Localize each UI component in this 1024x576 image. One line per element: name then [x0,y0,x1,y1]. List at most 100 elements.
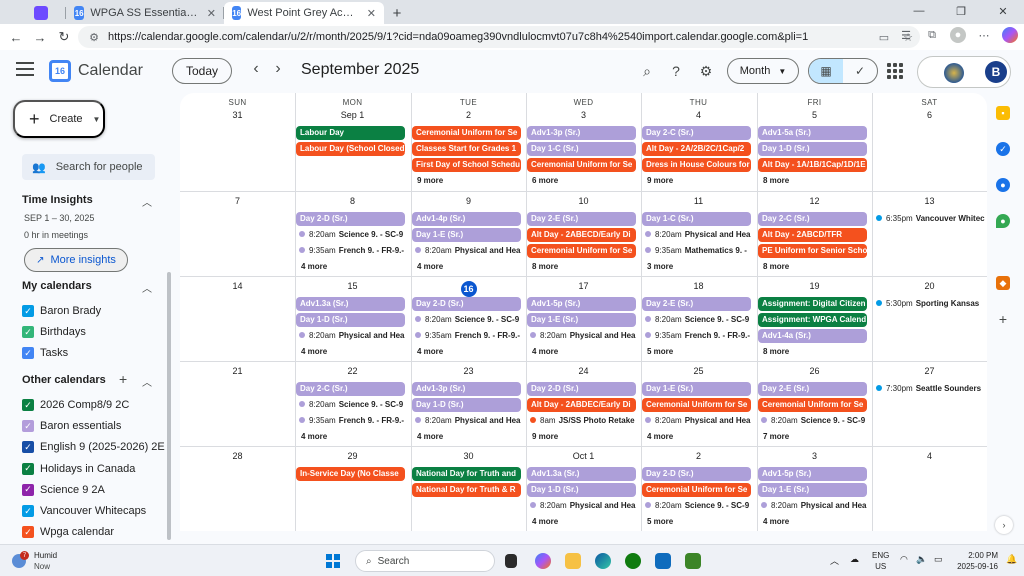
calendar-logo-icon[interactable]: 16 [49,60,71,82]
day-cell[interactable]: 24 Day 2-D (Sr.) Alt Day - 2ABDEC/Early Di… [526,361,641,446]
day-cell[interactable]: 26 Day 2-E (Sr.) Ceremonial Uniform for Se… [757,361,872,446]
sidebar-scrollbar[interactable] [167,272,171,540]
more-events-link[interactable]: 4 more [763,515,789,529]
date-number[interactable]: 27 [872,366,987,376]
timed-event[interactable]: 8:20am Physical and Hea [297,329,408,343]
date-number[interactable]: 31 [180,110,295,120]
event-chip[interactable]: Day 1-C (Sr.) [527,142,636,156]
more-events-link[interactable]: 3 more [647,260,673,274]
checkbox-checked-icon[interactable]: ✓ [22,347,34,359]
more-events-link[interactable]: 4 more [301,430,327,444]
timed-event[interactable]: 9:35am French 9. - FR-9.- [297,244,408,258]
event-chip[interactable]: Day 2-E (Sr.) [758,382,867,396]
calendar-view-icon[interactable]: ▦ [809,59,843,83]
day-cell[interactable]: 30 National Day for Truth and National Day… [411,446,526,531]
timed-event[interactable]: 8:20am Science 9. - SC-9 [297,398,408,412]
previous-month-icon[interactable]: ‹ [246,60,266,78]
day-cell[interactable]: 8 Day 2-D (Sr.) 8:20am Science 9. - SC-9 9:3… [295,191,410,276]
favorites-icon[interactable]: ☰ [898,27,914,43]
office-addon-icon[interactable]: ◆ [996,276,1010,290]
day-cell[interactable]: 10 Day 2-E (Sr.) Alt Day - 2ABECD/Early Di… [526,191,641,276]
day-cell[interactable]: SUN 31 [180,93,295,191]
timed-event[interactable]: 8:20am Science 9. - SC-9 [643,499,754,513]
day-cell[interactable]: 15 Adv1.3a (Sr.) Day 1-D (Sr.) 8:20am Physic… [295,276,410,361]
timed-event[interactable]: 8:20am Physical and Hea [413,414,524,428]
event-chip[interactable]: Assignment: Digital Citizen [758,297,867,311]
event-chip[interactable]: Day 1-D (Sr.) [412,398,521,412]
forward-icon[interactable]: → [28,25,52,49]
day-cell[interactable]: 22 Day 2-C (Sr.) 8:20am Science 9. - SC-9 9:… [295,361,410,446]
language-indicator[interactable]: ENG US [872,550,889,572]
store-icon[interactable] [655,553,671,569]
date-number[interactable]: 20 [872,281,987,291]
search-icon[interactable]: ⌕ [637,61,657,81]
taskbar-search[interactable]: ⌕ Search [355,550,495,572]
day-cell[interactable]: THU 4 Day 2-C (Sr.) Alt Day - 2A/2B/2C/1Cap… [641,93,756,191]
event-chip[interactable]: Ceremonial Uniform for Se [758,398,867,412]
event-chip[interactable]: Alt Day - 2ABECD/Early Di [527,228,636,242]
date-number[interactable]: 13 [872,196,987,206]
day-cell[interactable]: 3 Adv1-5p (Sr.) Day 1-E (Sr.) 8:20am Physica… [757,446,872,531]
timed-event[interactable]: 8:20am Science 9. - SC-9 [413,313,524,327]
day-cell[interactable]: 18 Day 2-E (Sr.) 8:20am Science 9. - SC-9 9:… [641,276,756,361]
more-events-link[interactable]: 6 more [532,174,558,188]
tasks-icon[interactable]: ✓ [996,142,1010,156]
day-cell[interactable]: 23 Adv1-3p (Sr.) Day 1-D (Sr.) 8:20am Physic… [411,361,526,446]
timed-event[interactable]: 8:20am Physical and Hea [528,329,639,343]
timed-event[interactable]: 8:20am Physical and Hea [759,499,870,513]
event-chip[interactable]: Day 2-D (Sr.) [642,467,751,481]
timed-event[interactable]: 9:35am French 9. - FR-9.- [297,414,408,428]
date-number[interactable]: 19 [757,281,872,291]
battery-icon[interactable]: ▭ [934,554,943,565]
day-cell[interactable]: 7 [180,191,295,276]
tray-overflow-icon[interactable]: ︿ [830,554,839,567]
create-button[interactable]: + Create ▼ [13,100,105,138]
more-events-link[interactable]: 8 more [763,174,789,188]
date-number[interactable]: 4 [872,451,987,461]
date-number[interactable]: Oct 1 [526,451,641,461]
checkbox-checked-icon[interactable]: ✓ [22,483,34,496]
day-cell[interactable]: 11 Day 1-C (Sr.) 8:20am Physical and Hea 9:3… [641,191,756,276]
date-number[interactable]: 5 [757,110,872,120]
day-cell[interactable]: TUE 2 Ceremonial Uniform for Se Classes Sta… [411,93,526,191]
event-chip[interactable]: Adv1-4a (Sr.) [758,329,867,343]
google-apps-icon[interactable] [887,63,903,79]
calendar-list-item[interactable]: ✓ Vancouver Whitecaps [22,503,146,519]
account-switcher[interactable]: B [917,56,1011,88]
back-icon[interactable]: ← [4,25,28,49]
profile-icon[interactable]: ● [950,27,966,43]
date-number[interactable]: 7 [180,196,295,206]
event-chip[interactable]: Day 2-D (Sr.) [412,297,521,311]
expand-panel-icon[interactable]: › [995,516,1013,534]
xbox-icon[interactable] [625,553,641,569]
event-chip[interactable]: Alt Day - 2A/2B/2C/1Cap/2 [642,142,751,156]
close-tab-icon[interactable]: ✕ [367,7,376,20]
collections-icon[interactable]: ⧉ [924,27,940,43]
more-insights-button[interactable]: ↗ More insights [24,248,128,272]
day-cell[interactable]: 21 [180,361,295,446]
tab-wpga-ss-essential[interactable]: 16 WPGA SS Essential Calendar ✕ [66,2,224,24]
today-button[interactable]: Today [172,58,232,84]
chevron-up-icon[interactable]: ︿ [142,280,152,295]
calendar-list-item[interactable]: ✓ Birthdays [22,324,86,340]
day-cell[interactable]: WED 3 Adv1-3p (Sr.) Day 1-C (Sr.) Ceremonial… [526,93,641,191]
date-number[interactable]: 29 [295,451,410,461]
calendar-list-item[interactable]: ✓ Baron Brady [22,303,101,319]
day-cell[interactable]: 29 In-Service Day (No Classe [295,446,410,531]
event-chip[interactable]: Labour Day [296,126,405,140]
new-tab-button[interactable]: + [384,2,410,24]
date-number[interactable]: 21 [180,366,295,376]
more-events-link[interactable]: 7 more [763,430,789,444]
event-chip[interactable]: In-Service Day (No Classe [296,467,405,481]
date-number[interactable]: 6 [872,110,987,120]
day-cell[interactable]: 14 [180,276,295,361]
keep-icon[interactable]: ▪ [996,106,1010,120]
event-chip[interactable]: Day 1-D (Sr.) [758,142,867,156]
day-cell[interactable]: SAT 6 [872,93,987,191]
day-cell[interactable]: Oct 1 Adv1.3a (Sr.) Day 1-D (Sr.) 8:20am Phy… [526,446,641,531]
day-cell[interactable]: 13 6:35pm Vancouver Whitec [872,191,987,276]
next-month-icon[interactable]: › [268,60,288,78]
calendar-list-item[interactable]: ✓ English 9 (2025-2026) 2E [22,439,165,455]
event-chip[interactable]: Alt Day - 2ABCD/TFR [758,228,867,242]
more-events-link[interactable]: 4 more [417,260,443,274]
